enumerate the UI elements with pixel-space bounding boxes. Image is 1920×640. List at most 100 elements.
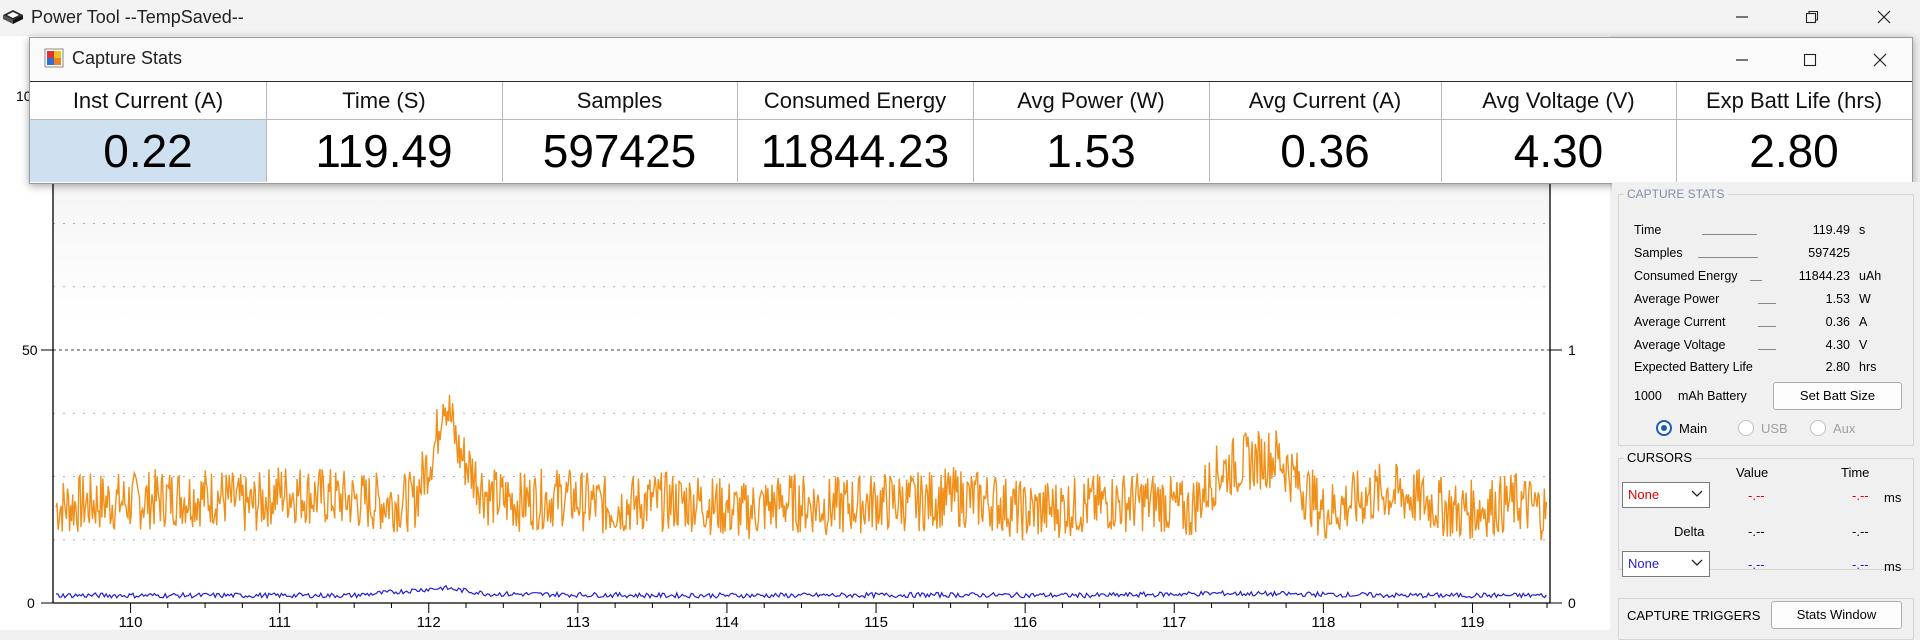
x-tick-label: 117 bbox=[1162, 614, 1186, 630]
maximize-icon bbox=[1803, 53, 1817, 67]
stat-label: Avg Voltage (V) bbox=[1441, 82, 1676, 120]
stat-row-unit: W bbox=[1859, 292, 1871, 306]
stat-row-label: Time bbox=[1634, 223, 1662, 237]
stat-row-unit: hrs bbox=[1859, 360, 1877, 374]
capture-stats-window[interactable]: Capture Stats Inst Current (A) 0.22 Time… bbox=[29, 37, 1913, 184]
radio-label: USB bbox=[1761, 420, 1788, 436]
cursor1-select[interactable]: None bbox=[1622, 482, 1710, 508]
stat-row-label: Samples bbox=[1634, 246, 1683, 260]
set-batt-size-button[interactable]: Set Batt Size bbox=[1773, 382, 1902, 410]
right-tick-label: 1 bbox=[1568, 342, 1576, 358]
cursor2-select[interactable]: None bbox=[1622, 551, 1710, 577]
stat-row-value: 2.80 bbox=[1825, 360, 1850, 374]
stat-row-unit: A bbox=[1859, 315, 1868, 329]
restore-icon bbox=[1805, 10, 1819, 24]
side-panel: CAPTURE STATS Time 119.49 s Samples 5974… bbox=[1612, 182, 1920, 640]
delta-value: -.-- bbox=[1748, 524, 1765, 539]
stat-avg-power[interactable]: Avg Power (W) 1.53 bbox=[973, 82, 1210, 182]
stat-row-label: Expected Battery Life bbox=[1634, 360, 1753, 374]
stat-row-value: 1.53 bbox=[1825, 292, 1850, 306]
radio-main[interactable]: Main bbox=[1656, 420, 1707, 436]
close-icon bbox=[1877, 10, 1891, 24]
stat-row-value: 597425 bbox=[1808, 246, 1850, 260]
stats-window-title: Capture Stats bbox=[72, 48, 183, 68]
close-icon bbox=[1873, 53, 1887, 67]
close-button[interactable] bbox=[1856, 0, 1912, 34]
stat-avg-voltage[interactable]: Avg Voltage (V) 4.30 bbox=[1441, 82, 1677, 182]
delta-time: -.-- bbox=[1852, 524, 1869, 539]
stat-row-value: 11844.23 bbox=[1798, 269, 1850, 283]
stat-label: Inst Current (A) bbox=[30, 82, 266, 120]
stats-table: Inst Current (A) 0.22 Time (S) 119.49 Sa… bbox=[30, 81, 1912, 182]
restore-button[interactable] bbox=[1784, 0, 1840, 34]
stat-value: 1.53 bbox=[1046, 125, 1136, 177]
cursor-value-header: Value bbox=[1736, 465, 1769, 480]
stat-label: Consumed Energy bbox=[737, 82, 973, 120]
battery-size-unit: mAh Battery bbox=[1678, 389, 1747, 403]
stat-avg-current[interactable]: Avg Current (A) 0.36 bbox=[1209, 82, 1442, 182]
chevron-down-icon bbox=[1691, 490, 1703, 497]
stat-label: Samples bbox=[502, 82, 737, 120]
row-separator bbox=[1698, 257, 1758, 258]
stat-row-unit: s bbox=[1859, 223, 1866, 237]
stat-time[interactable]: Time (S) 119.49 bbox=[266, 82, 503, 182]
x-axis-ticks: 110 111 112 113 114 115 116 117 118 119 bbox=[119, 603, 1548, 630]
radio-usb[interactable]: USB bbox=[1738, 420, 1788, 436]
x-tick-label: 114 bbox=[715, 614, 739, 630]
cursor1-value: -.-- bbox=[1748, 488, 1765, 503]
battery-size-value: 1000 bbox=[1634, 389, 1662, 403]
cursor1-time: -.-- bbox=[1852, 488, 1869, 503]
right-tick-label: 0 bbox=[1568, 595, 1576, 611]
stat-row-label: Average Power bbox=[1634, 292, 1720, 306]
stat-row-unit: uAh bbox=[1859, 269, 1882, 283]
row-separator bbox=[1702, 234, 1757, 235]
stats-minimize-button[interactable] bbox=[1714, 43, 1770, 77]
stats-maximize-button[interactable] bbox=[1782, 43, 1838, 77]
stat-value: 0.36 bbox=[1280, 125, 1370, 177]
left-tick-label: 50 bbox=[22, 342, 38, 358]
x-tick-label: 118 bbox=[1311, 614, 1335, 630]
x-tick-label: 111 bbox=[268, 614, 291, 630]
x-tick-label: 112 bbox=[417, 614, 441, 630]
x-tick-label: 110 bbox=[119, 614, 143, 630]
cursor2-value: -.-- bbox=[1748, 557, 1765, 572]
minimize-icon bbox=[1736, 59, 1748, 61]
stat-exp-batt-life[interactable]: Exp Batt Life (hrs) 2.80 bbox=[1676, 82, 1912, 182]
cursors-title: CURSORS bbox=[1624, 450, 1696, 465]
stats-window-titlebar[interactable]: Capture Stats bbox=[30, 38, 1912, 81]
x-tick-label: 116 bbox=[1013, 614, 1037, 630]
x-tick-label: 113 bbox=[566, 614, 590, 630]
radio-label: Main bbox=[1679, 420, 1708, 436]
stat-label: Avg Power (W) bbox=[973, 82, 1209, 120]
stats-window-button[interactable]: Stats Window bbox=[1771, 601, 1902, 629]
stat-samples[interactable]: Samples 597425 bbox=[502, 82, 738, 182]
stat-row-value: 4.30 bbox=[1825, 338, 1850, 352]
cursor2-select-value: None bbox=[1628, 556, 1660, 571]
radio-aux[interactable]: Aux bbox=[1810, 420, 1855, 436]
stat-row-label: Average Voltage bbox=[1634, 338, 1726, 352]
stat-value: 0.22 bbox=[30, 120, 266, 182]
stat-row-label: Consumed Energy bbox=[1634, 269, 1738, 283]
minimize-button[interactable] bbox=[1714, 0, 1770, 34]
capture-stats-title: CAPTURE STATS bbox=[1624, 187, 1728, 201]
delta-label: Delta bbox=[1674, 524, 1705, 539]
capture-triggers-title: CAPTURE TRIGGERS bbox=[1624, 608, 1764, 623]
stat-value: 11844.23 bbox=[760, 125, 950, 177]
stat-consumed-energy[interactable]: Consumed Energy 11844.23 bbox=[737, 82, 974, 182]
stat-row-unit: V bbox=[1859, 338, 1868, 352]
stat-value: 2.80 bbox=[1749, 125, 1839, 177]
cursor2-time: -.-- bbox=[1852, 557, 1869, 572]
cursor1-unit: ms bbox=[1884, 490, 1902, 505]
chevron-down-icon bbox=[1691, 559, 1703, 566]
cursor1-select-value: None bbox=[1628, 487, 1660, 502]
stat-value: 4.30 bbox=[1513, 125, 1604, 177]
radio-indicator bbox=[1738, 420, 1754, 436]
stat-value: 597425 bbox=[542, 125, 697, 177]
stat-label: Exp Batt Life (hrs) bbox=[1676, 82, 1912, 120]
stats-close-button[interactable] bbox=[1852, 43, 1908, 77]
stat-row-label: Average Current bbox=[1634, 315, 1726, 329]
row-separator bbox=[1750, 280, 1762, 281]
stat-inst-current[interactable]: Inst Current (A) 0.22 bbox=[30, 82, 267, 182]
app-window-icon bbox=[44, 48, 64, 68]
minimize-icon bbox=[1736, 16, 1748, 18]
